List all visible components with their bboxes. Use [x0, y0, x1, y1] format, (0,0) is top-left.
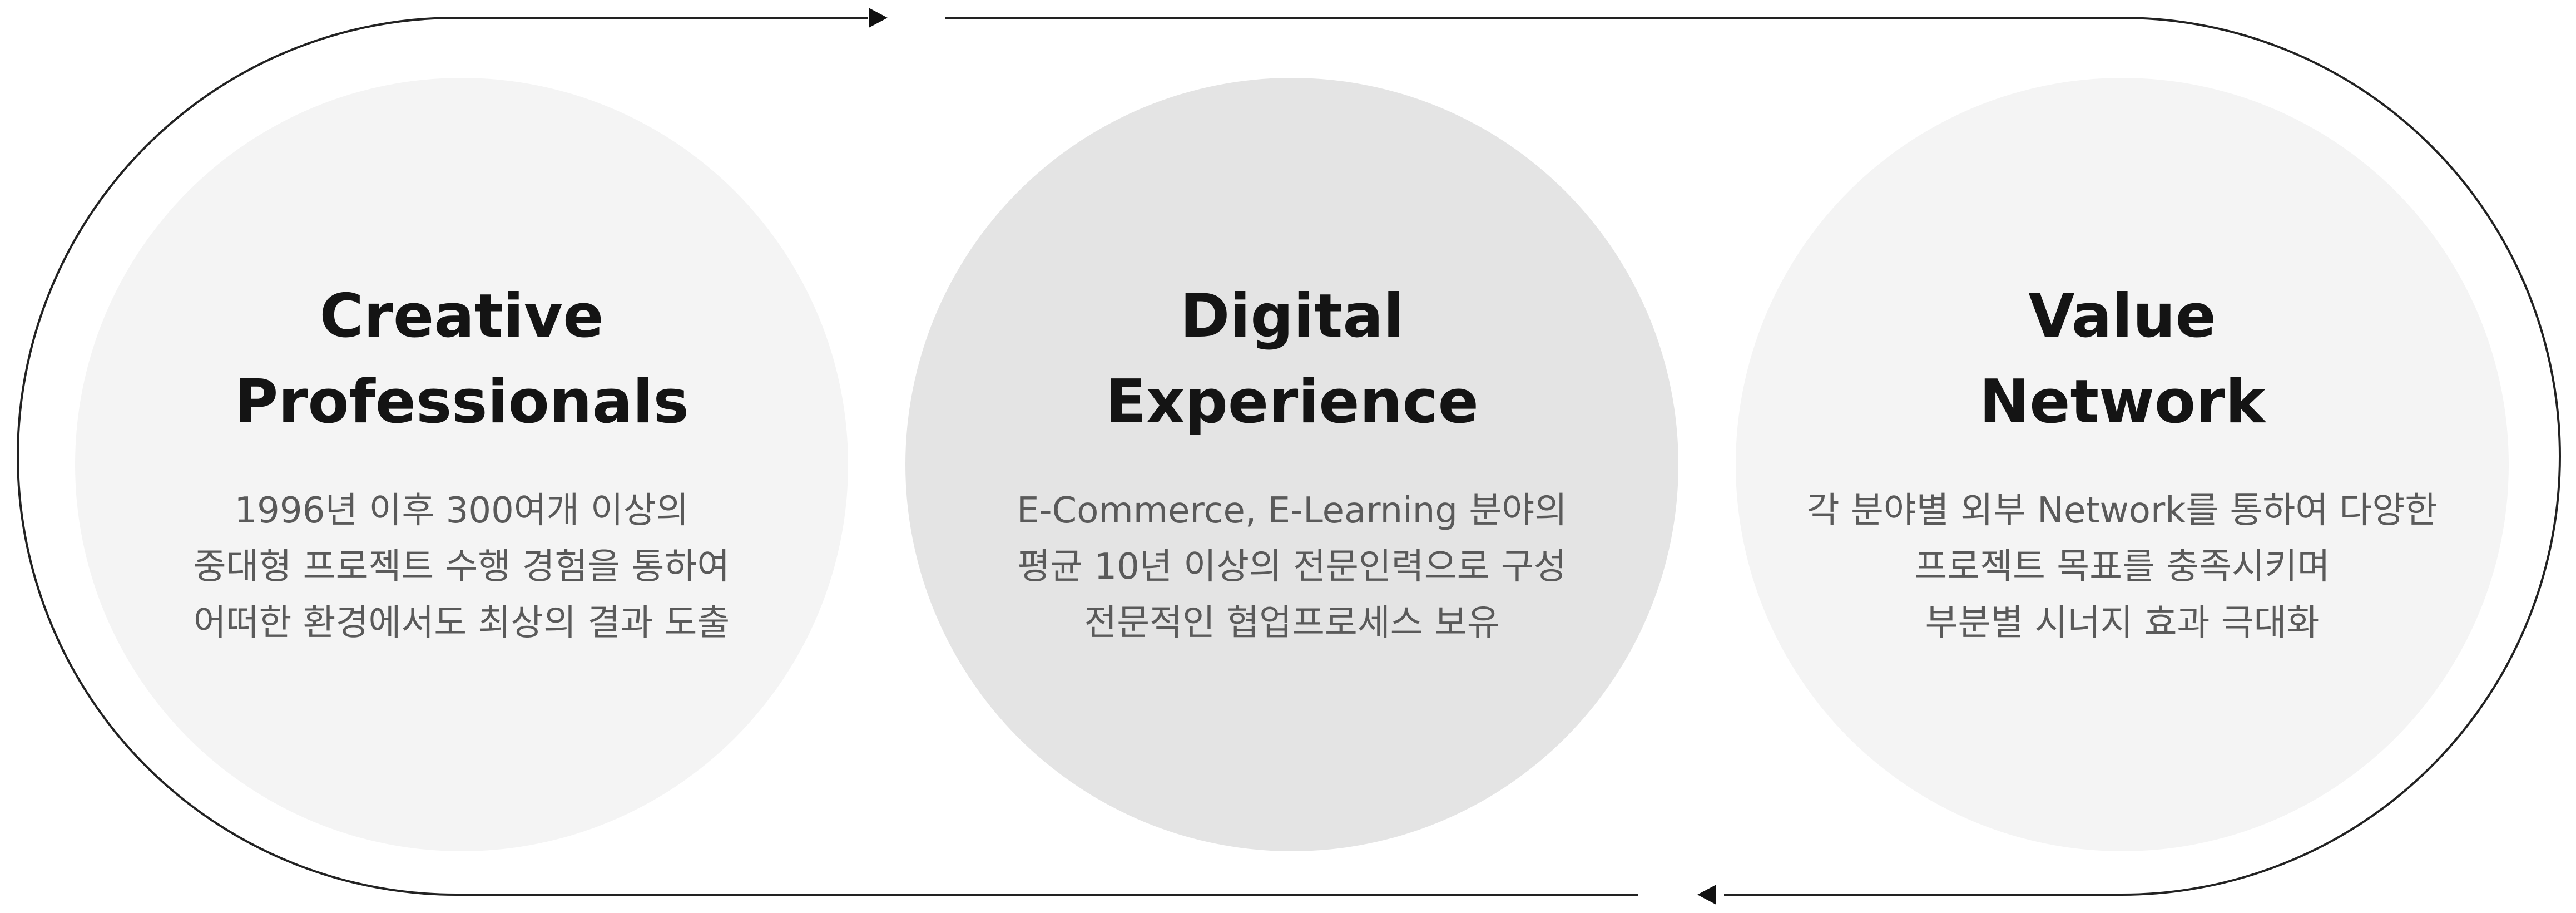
desc-line: 어떠한 환경에서도 최상의 결과 도출: [193, 603, 730, 644]
desc-line: E-Commerce, E-Learning 분야의: [1017, 490, 1567, 531]
arrow-left-icon: [1697, 885, 1716, 905]
circle-title: Digital Experience: [1105, 274, 1479, 445]
title-line: Creative: [319, 282, 604, 351]
circle-description: 1996년 이후 300여개 이상의 중대형 프로젝트 수행 경험을 통하여 어…: [194, 483, 730, 652]
desc-line: 각 분야별 외부 Network를 통하여 다양한: [1806, 490, 2438, 531]
title-line: Digital: [1180, 282, 1404, 351]
desc-line: 프로젝트 목표를 충족시키며: [1914, 546, 2330, 588]
desc-line: 부분별 시너지 효과 극대화: [1925, 603, 2320, 644]
circle-value-network: Value Network 각 분야별 외부 Network를 통하여 다양한 …: [1736, 78, 2509, 851]
circle-digital-experience: Digital Experience E-Commerce, E-Learnin…: [905, 78, 1678, 851]
title-line: Professionals: [234, 367, 689, 437]
title-line: Value: [2028, 282, 2216, 351]
desc-line: 중대형 프로젝트 수행 경험을 통하여: [193, 546, 730, 588]
desc-line: 1996년 이후 300여개 이상의: [234, 490, 689, 531]
circle-description: E-Commerce, E-Learning 분야의 평균 10년 이상의 전문…: [1017, 483, 1567, 652]
circle-description: 각 분야별 외부 Network를 통하여 다양한 프로젝트 목표를 충족시키며…: [1807, 483, 2438, 652]
desc-line: 평균 10년 이상의 전문인력으로 구성: [1017, 546, 1567, 588]
arrow-right-icon: [869, 8, 888, 28]
circle-title: Creative Professionals: [234, 274, 689, 445]
circle-creative-professionals: Creative Professionals 1996년 이후 300여개 이상…: [75, 78, 848, 851]
circle-title: Value Network: [1979, 274, 2265, 445]
desc-line: 전문적인 협업프로세스 보유: [1084, 603, 1500, 644]
title-line: Network: [1979, 367, 2266, 437]
title-line: Experience: [1105, 367, 1479, 437]
